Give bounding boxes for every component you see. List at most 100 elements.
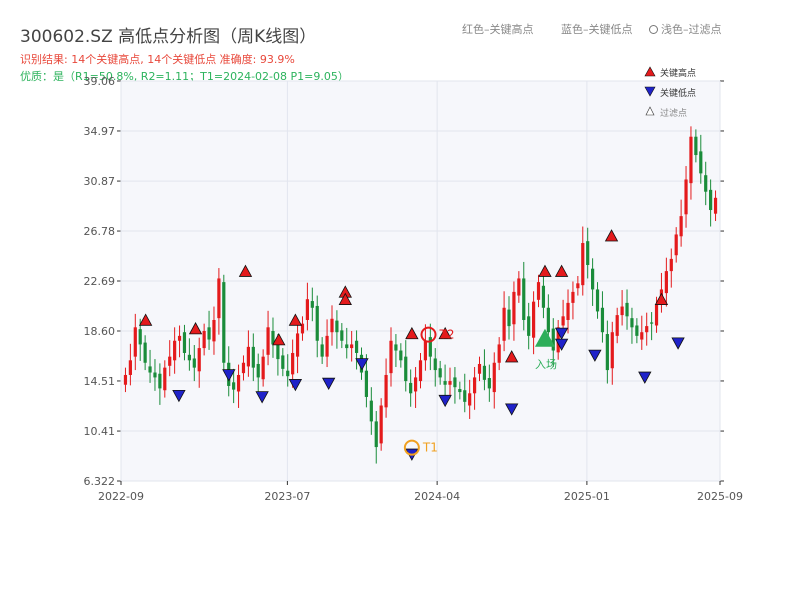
candle-body (458, 389, 462, 393)
candle-body (669, 258, 673, 272)
y-tick-label: 10.41 (84, 425, 116, 438)
candle-body (143, 342, 147, 363)
candle-body (202, 330, 206, 349)
candle-body (266, 327, 270, 355)
candle-body (674, 234, 678, 256)
candle-body (133, 327, 137, 357)
candle-body (704, 175, 708, 192)
candle-body (374, 421, 378, 448)
candle-body (384, 374, 388, 408)
candle-body (654, 304, 659, 326)
y-tick-label: 18.60 (84, 325, 116, 338)
candle-body (487, 378, 491, 389)
candle-body (650, 322, 654, 324)
legend-low-label: 关键低点 (660, 87, 696, 99)
candle-body (630, 318, 634, 328)
candle-body (364, 370, 369, 397)
candle-body (640, 332, 644, 340)
candle-body (699, 151, 703, 174)
candle-body (192, 358, 196, 368)
candle-body (246, 346, 250, 367)
candle-body (148, 366, 152, 373)
candle-body (522, 278, 526, 320)
candle-body (561, 316, 565, 326)
candle-body (531, 301, 536, 338)
candle-body (684, 179, 688, 215)
entry-label: 入场 (535, 357, 557, 371)
legend-high-icon (644, 66, 656, 77)
candle-body (679, 216, 683, 237)
candle-body (163, 367, 167, 391)
candle-body (581, 243, 585, 286)
candle-body (295, 333, 300, 357)
candle-body (605, 334, 609, 371)
candle-body (536, 282, 541, 300)
candle-body (620, 306, 624, 316)
candle-body (310, 301, 314, 308)
candle-body (261, 356, 265, 380)
t-point-label: T1 (422, 441, 438, 455)
candle-body (187, 354, 191, 361)
candle-body (281, 355, 285, 369)
candle-body (502, 307, 506, 341)
candle-body (182, 332, 187, 353)
candle-body (694, 136, 698, 156)
candle-body (315, 305, 319, 341)
y-tick-label: 39.06 (84, 75, 116, 88)
candle-body (197, 348, 201, 372)
candle-body (546, 307, 550, 333)
candle-body (399, 350, 403, 361)
t-point-label: T2 (439, 328, 455, 342)
candle-body (291, 352, 295, 375)
candle-body (448, 381, 452, 385)
candle-body (689, 136, 693, 184)
candle-body (168, 356, 172, 366)
candle-body (207, 327, 211, 340)
x-tick-label: 2024-04 (414, 490, 460, 503)
candle-body (138, 329, 142, 345)
candle-body (369, 400, 373, 422)
candle-body (153, 372, 157, 378)
candle-body (576, 283, 580, 289)
candle-body (709, 189, 713, 211)
y-tick-label: 6.322 (84, 475, 116, 488)
candle-body (635, 325, 639, 336)
candle-body (591, 268, 595, 290)
candle-body (664, 271, 668, 294)
x-tick-label: 2025-09 (697, 490, 743, 503)
candle-body (507, 309, 511, 327)
candle-body (335, 320, 339, 333)
candle-body (566, 302, 570, 320)
candle-body (394, 344, 398, 351)
candle-body (541, 285, 546, 308)
candle-body (551, 328, 555, 351)
candle-body (625, 302, 629, 317)
candle-body (413, 377, 418, 392)
candle-body (305, 299, 310, 320)
y-tick-label: 30.87 (84, 175, 116, 188)
candle-body (123, 374, 128, 385)
candle-body (468, 393, 472, 406)
y-tick-label: 14.51 (84, 375, 116, 388)
candle-body (340, 330, 344, 341)
candle-body (409, 382, 413, 394)
candle-body (345, 344, 349, 349)
candlestick-chart: 39.06 34.97 30.87 26.78 22.69 18.60 14.51 10.41… (84, 66, 743, 503)
candle-body (320, 344, 324, 357)
candle-body (217, 278, 221, 319)
candle-body (330, 318, 334, 333)
candle-body (251, 346, 255, 368)
candle-body (379, 405, 383, 444)
candle-body (423, 340, 428, 361)
y-tick-label: 26.78 (84, 225, 116, 238)
candle-body (286, 370, 290, 377)
candle-body (325, 335, 329, 357)
candle-body (173, 340, 177, 361)
candle-body (128, 360, 132, 375)
candle-body (527, 316, 531, 336)
candle-body (354, 340, 359, 353)
y-tick-label: 22.69 (84, 275, 116, 288)
candle-body (600, 307, 605, 333)
candle-body (463, 390, 467, 402)
candle-body (418, 360, 423, 382)
